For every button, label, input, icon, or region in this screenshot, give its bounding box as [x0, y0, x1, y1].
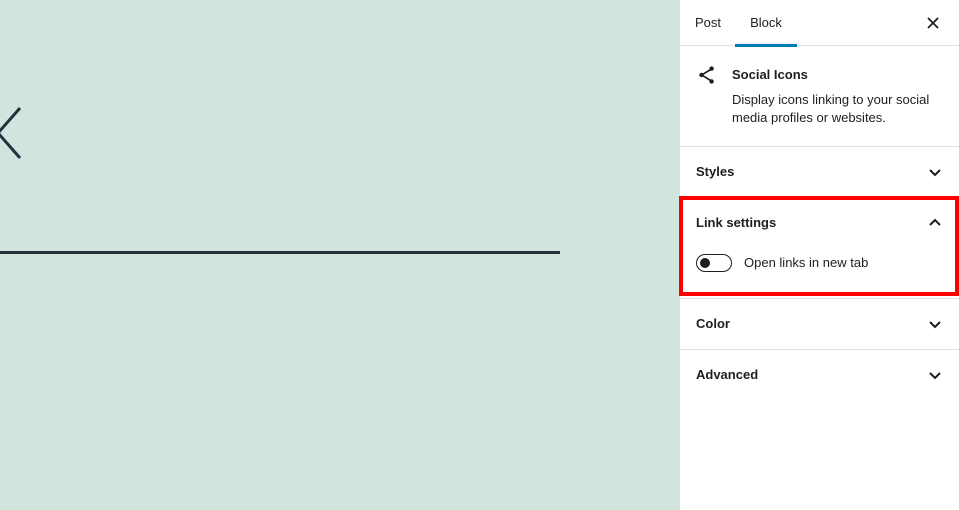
tab-post[interactable]: Post: [688, 0, 728, 46]
panel-title: Color: [696, 316, 730, 331]
panel-link-settings-header[interactable]: Link settings: [680, 198, 959, 248]
chevron-left-icon: [0, 107, 22, 159]
tab-block[interactable]: Block: [735, 0, 797, 47]
panel-advanced: Advanced: [680, 350, 959, 400]
separator-block[interactable]: [0, 251, 560, 254]
settings-sidebar: Post Block Social Icons Display icons li…: [680, 0, 959, 510]
toggle-knob: [700, 258, 710, 268]
panel-advanced-header[interactable]: Advanced: [680, 350, 959, 400]
panel-title: Styles: [696, 164, 735, 179]
block-title: Social Icons: [732, 67, 808, 82]
sidebar-tabs: Post Block: [680, 0, 959, 47]
panel-styles-header[interactable]: Styles: [680, 147, 959, 197]
editor-canvas[interactable]: [0, 0, 680, 510]
panel-color: Color: [680, 299, 959, 350]
chevron-down-icon: [929, 321, 941, 329]
panel-title: Advanced: [696, 367, 759, 382]
panel-link-settings-body: Open links in new tab: [680, 248, 959, 298]
chevron-down-icon: [929, 372, 941, 380]
chevron-up-icon: [929, 218, 941, 226]
share-icon: [699, 66, 714, 84]
panel-link-settings: Link settings Open links in new tab: [680, 198, 959, 299]
panel-title: Link settings: [696, 215, 777, 230]
open-in-new-tab-toggle[interactable]: [696, 254, 732, 272]
open-in-new-tab-label[interactable]: Open links in new tab: [744, 254, 868, 272]
chevron-down-icon: [929, 169, 941, 177]
close-sidebar-button[interactable]: [921, 11, 945, 35]
block-description: Display icons linking to your social med…: [732, 92, 930, 125]
block-card: Social Icons Display icons linking to yo…: [680, 46, 959, 147]
panel-color-header[interactable]: Color: [680, 299, 959, 349]
panel-styles: Styles: [680, 147, 959, 198]
close-icon: [927, 17, 939, 29]
